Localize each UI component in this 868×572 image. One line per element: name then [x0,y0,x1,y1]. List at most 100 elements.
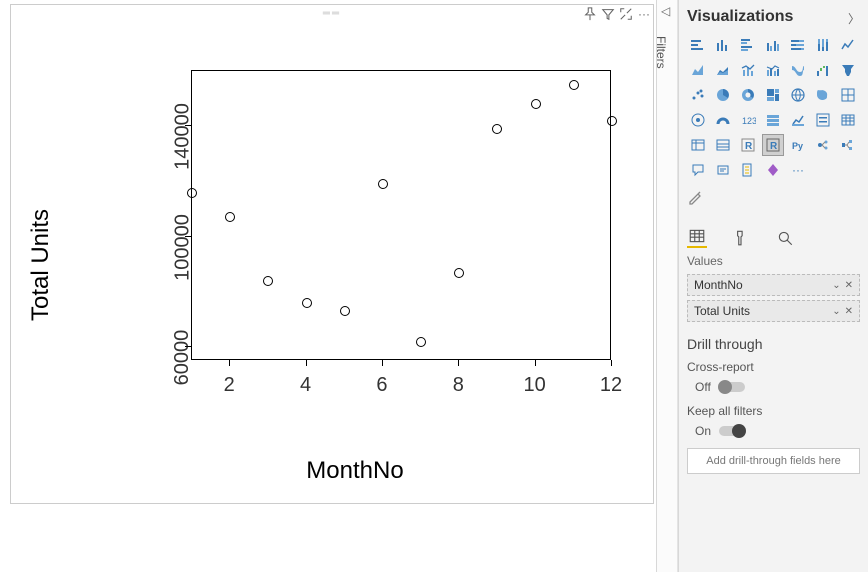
kpi-icon[interactable] [787,109,809,131]
filter-icon[interactable] [601,7,615,21]
y-tick-label: 100000 [172,214,195,281]
x-tick-mark [611,360,612,366]
chevron-down-icon[interactable]: ⌄ [832,280,840,291]
remove-field-icon[interactable]: ✕ [845,306,853,317]
data-point [302,298,312,308]
line-stacked-column-icon[interactable] [737,59,759,81]
stacked-bar-icon[interactable] [687,34,709,56]
y-tick-mark [185,125,191,126]
power-apps-icon[interactable] [762,159,784,181]
map-icon[interactable] [787,84,809,106]
x-tick-label: 4 [300,374,311,397]
visualization-type-grid: 123 R R Py ··· [687,34,860,181]
drag-handle-icon[interactable]: ══ [323,8,341,19]
x-tick-label: 10 [524,374,546,397]
stacked-area-icon[interactable] [712,59,734,81]
y-axis-ticks: 60000100000140000 [113,70,183,360]
slicer-icon[interactable] [812,109,834,131]
format-tabs [687,220,860,248]
key-influencers-icon[interactable] [812,134,834,156]
donut-icon[interactable] [737,84,759,106]
x-tick-label: 8 [453,374,464,397]
field-name: Total Units [694,304,750,318]
python-visual-icon[interactable]: Py [787,134,809,156]
visual-header: ··· [583,5,651,23]
data-point [569,80,579,90]
r-visual-tile[interactable]: ══ ··· Total Units MonthNo 6000010000014… [10,4,654,504]
area-chart-icon[interactable] [687,59,709,81]
x-tick-mark [306,360,307,366]
line-chart-icon[interactable] [837,34,859,56]
decomposition-tree-icon[interactable] [837,134,859,156]
analytics-tab-icon[interactable] [775,228,795,248]
more-options-icon[interactable]: ··· [637,7,651,21]
table-icon[interactable] [837,109,859,131]
cross-report-toggle[interactable] [719,382,745,392]
clustered-bar-icon[interactable] [737,34,759,56]
data-point [187,188,197,198]
data-point [531,99,541,109]
x-axis-ticks: 24681012 [191,360,611,400]
filled-map-icon[interactable] [812,84,834,106]
y-tick-mark [185,236,191,237]
x-tick-mark [458,360,459,366]
stacked-column-icon[interactable] [712,34,734,56]
drill-through-heading: Drill through [687,336,860,352]
funnel-icon[interactable] [837,59,859,81]
r-visual-selected-icon[interactable]: R [762,134,784,156]
data-point [607,116,617,126]
azure-map-icon[interactable] [687,109,709,131]
multi-row-card-icon[interactable] [762,109,784,131]
values-label: Values [687,254,860,268]
qa-visual-icon[interactable] [687,159,709,181]
visualizations-pane: Visualizations 〉 123 R R Py [678,0,868,572]
ribbon-chart-icon[interactable] [787,59,809,81]
x-tick-label: 2 [224,374,235,397]
pin-icon[interactable] [583,7,597,21]
field-well-total-units[interactable]: Total Units ⌄ ✕ [687,300,860,322]
gauge-icon[interactable] [712,109,734,131]
drill-through-drop-zone[interactable]: Add drill-through fields here [687,448,860,474]
focus-mode-icon[interactable] [619,7,633,21]
r-visual-icon[interactable]: R [737,134,759,156]
filters-label: Filters [654,36,668,69]
clustered-column-icon[interactable] [762,34,784,56]
smart-narrative-icon[interactable] [712,159,734,181]
chevron-down-icon[interactable]: ⌄ [832,306,840,317]
remove-field-icon[interactable]: ✕ [845,280,853,291]
keep-filters-toggle[interactable] [719,426,745,436]
line-clustered-column-icon[interactable] [762,59,784,81]
x-tick-label: 6 [376,374,387,397]
x-tick-mark [535,360,536,366]
shape-map-icon[interactable] [837,84,859,106]
card-icon[interactable]: 123 [737,109,759,131]
treemap-icon[interactable] [762,84,784,106]
paginated-report-icon[interactable] [737,159,759,181]
stacked-column-100-icon[interactable] [812,34,834,56]
get-more-visuals-icon[interactable]: ··· [787,159,809,181]
report-canvas: ══ ··· Total Units MonthNo 6000010000014… [0,0,656,572]
scatter-icon[interactable] [687,84,709,106]
visualizations-title: Visualizations [687,8,860,26]
data-point [263,276,273,286]
pie-icon[interactable] [712,84,734,106]
waterfall-icon[interactable] [812,59,834,81]
expand-filters-icon[interactable]: ◁ [661,4,670,18]
filters-pane-collapsed[interactable]: ◁ Filters [656,0,678,572]
collapse-viz-icon[interactable]: 〉 [848,10,860,27]
table-alt-icon[interactable] [712,134,734,156]
data-point [225,212,235,222]
data-point [454,268,464,278]
field-well-monthno[interactable]: MonthNo ⌄ ✕ [687,274,860,296]
format-tab-icon[interactable] [731,228,751,248]
data-point [416,337,426,347]
stacked-bar-100-icon[interactable] [787,34,809,56]
svg-text:R: R [745,141,753,152]
fields-tab-icon[interactable] [687,228,707,248]
keep-filters-label: Keep all filters [687,404,860,418]
cross-report-state: Off [695,380,711,394]
svg-text:123: 123 [742,116,756,126]
matrix-icon[interactable] [687,134,709,156]
x-axis-label: MonthNo [306,457,403,485]
field-name: MonthNo [694,278,743,292]
